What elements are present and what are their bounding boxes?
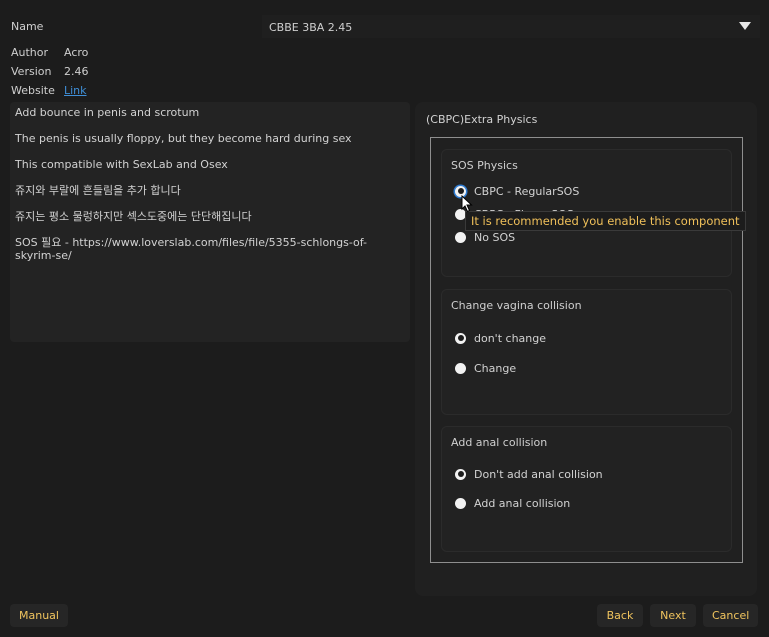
- author-label: Author: [11, 46, 49, 59]
- cancel-button[interactable]: Cancel: [703, 604, 758, 627]
- option-label: Add anal collision: [474, 496, 571, 510]
- description-line: SOS 필요 - https://www.loverslab.com/files…: [15, 236, 367, 262]
- manual-button[interactable]: Manual: [10, 604, 68, 627]
- option-label: don't change: [474, 331, 546, 345]
- description-panel: Add bounce in penis and scrotum The peni…: [10, 102, 410, 342]
- option-add-anal-collision[interactable]: Add anal collision: [455, 495, 570, 511]
- option-change[interactable]: Change: [455, 360, 516, 376]
- option-dont-add-anal-collision[interactable]: Don't add anal collision: [455, 466, 603, 482]
- option-no-sos[interactable]: No SOS: [455, 229, 515, 245]
- options-pane: (CBPC)Extra Physics SOS Physics CBPC - R…: [415, 102, 757, 596]
- option-label: Don't add anal collision: [474, 467, 603, 481]
- radio-button[interactable]: [455, 497, 466, 509]
- group-title: Add anal collision: [451, 436, 548, 449]
- author-value: Acro: [64, 46, 89, 59]
- recommendation-tooltip: It is recommended you enable this compon…: [465, 211, 746, 231]
- radio-button[interactable]: [455, 468, 466, 480]
- name-dropdown-value: CBBE 3BA 2.45: [269, 21, 353, 34]
- option-dont-change[interactable]: don't change: [455, 330, 546, 346]
- description-line: This compatible with SexLab and Osex: [15, 158, 228, 171]
- group-title: SOS Physics: [451, 159, 518, 172]
- option-label: No SOS: [474, 230, 516, 244]
- radio-button[interactable]: [455, 362, 466, 374]
- page-title: (CBPC)Extra Physics: [426, 113, 538, 126]
- version-label: Version: [11, 65, 52, 78]
- website-label: Website: [11, 84, 55, 97]
- radio-button[interactable]: [455, 332, 466, 344]
- group-anal-collision: Add anal collision Don't add anal collis…: [441, 426, 732, 552]
- group-title: Change vagina collision: [451, 299, 582, 312]
- option-label: CBPC - RegularSOS: [474, 184, 580, 198]
- option-label: Change: [474, 361, 517, 375]
- chevron-down-icon[interactable]: [739, 22, 751, 30]
- back-button[interactable]: Back: [597, 604, 643, 627]
- next-button[interactable]: Next: [650, 604, 696, 627]
- mouse-pointer-icon: [461, 195, 473, 213]
- option-cbpc-regular-sos[interactable]: CBPC - RegularSOS: [455, 183, 579, 199]
- radio-button[interactable]: [455, 231, 466, 243]
- description-line: The penis is usually floppy, but they be…: [15, 132, 352, 145]
- website-link[interactable]: Link: [64, 84, 87, 97]
- description-line: Add bounce in penis and scrotum: [15, 106, 200, 119]
- group-vagina-collision: Change vagina collision don't change Cha…: [441, 289, 732, 415]
- name-label: Name: [11, 20, 44, 33]
- options-frame: SOS Physics CBPC - RegularSOS CBPC - Flo…: [430, 137, 743, 563]
- version-value: 2.46: [64, 65, 89, 78]
- description-line: 쥬지와 부랄에 흔들림을 추가 합니다: [15, 184, 181, 197]
- description-line: 쥬지는 평소 물렁하지만 섹스도중에는 단단해집니다: [15, 210, 252, 223]
- name-dropdown[interactable]: CBBE 3BA 2.45: [262, 15, 760, 38]
